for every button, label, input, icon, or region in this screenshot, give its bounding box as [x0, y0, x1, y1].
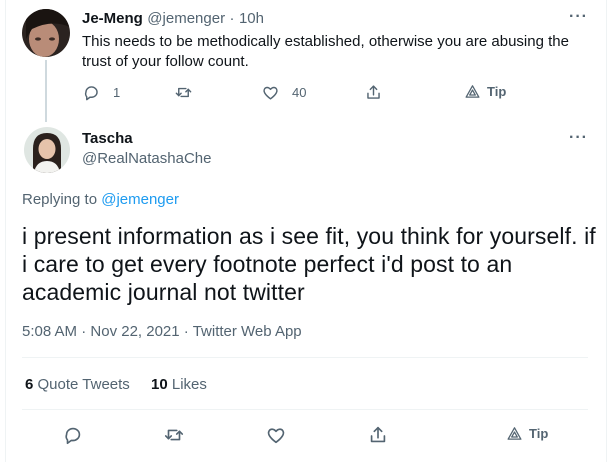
- reply-handle[interactable]: @jemenger: [147, 10, 225, 27]
- main-tweet-text: i present information as i see fit, you …: [22, 223, 596, 305]
- tip-icon: [507, 427, 522, 440]
- main-source[interactable]: Twitter Web App: [193, 323, 302, 340]
- reply-author-name[interactable]: Je-Meng: [82, 10, 143, 27]
- main-sep-2: ·: [183, 323, 189, 340]
- main-sep-1: ·: [81, 323, 87, 340]
- reply-reply-count: 1: [113, 85, 121, 100]
- reply-tip-label: Tip: [487, 84, 507, 99]
- avatar-tascha[interactable]: [24, 127, 70, 173]
- reply-tip-button[interactable]: Tip: [464, 83, 506, 100]
- reply-share-button[interactable]: [364, 83, 383, 102]
- more-icon: ···: [569, 8, 588, 25]
- main-time[interactable]: 5:08 AM: [22, 323, 77, 340]
- divider-bottom: [22, 409, 588, 410]
- reply-icon: [84, 86, 98, 101]
- share-icon: [370, 426, 386, 443]
- likes-label: Likes: [171, 376, 207, 393]
- reply-more-button[interactable]: ···: [569, 8, 588, 26]
- likes-count: 10: [151, 376, 168, 393]
- reply-retweet-button[interactable]: [174, 83, 193, 102]
- replying-to-handle[interactable]: @jemenger: [101, 191, 179, 208]
- main-handle[interactable]: @RealNatashaChe: [82, 150, 211, 167]
- divider-top: [22, 357, 588, 358]
- reply-like-button[interactable]: 40: [261, 83, 306, 102]
- heart-icon: [263, 86, 278, 100]
- main-tip-label: Tip: [529, 426, 549, 441]
- reply-reply-button[interactable]: 1: [82, 83, 120, 102]
- replying-to-prefix: Replying to: [22, 191, 98, 208]
- likes-stat[interactable]: 10 Likes: [151, 376, 207, 393]
- avatar-jemeng[interactable]: [22, 9, 70, 57]
- heart-icon: [267, 428, 285, 444]
- main-more-button[interactable]: ···: [569, 129, 588, 147]
- share-icon: [367, 85, 380, 99]
- main-tip-button[interactable]: Tip: [506, 425, 548, 442]
- thread-connector-line: [45, 60, 47, 122]
- main-timestamp: 5:08 AM · Nov 22, 2021 · Twitter Web App: [22, 323, 302, 340]
- reply-separator: ·: [229, 10, 235, 27]
- reply-header: Je-Meng @jemenger · 10h: [82, 10, 264, 28]
- quote-tweets-stat[interactable]: 6 Quote Tweets: [25, 376, 130, 393]
- avatar-jemeng-image: [22, 9, 70, 57]
- quote-tweets-label: Quote Tweets: [37, 376, 130, 393]
- retweet-icon: [175, 87, 192, 98]
- reply-icon: [65, 427, 81, 445]
- quote-tweets-count: 6: [25, 376, 34, 393]
- reply-text: This needs to be methodically establishe…: [82, 33, 569, 70]
- main-reply-button[interactable]: [62, 424, 84, 446]
- tip-icon: [465, 85, 480, 98]
- reply-time[interactable]: 10h: [239, 10, 264, 27]
- reply-like-count: 40: [292, 85, 307, 100]
- main-date[interactable]: Nov 22, 2021: [90, 323, 179, 340]
- main-like-button[interactable]: [265, 424, 287, 446]
- main-author-name[interactable]: Tascha: [82, 130, 133, 147]
- more-icon: ···: [569, 129, 588, 146]
- main-share-button[interactable]: [367, 424, 389, 446]
- replying-to: Replying to @jemenger: [22, 191, 179, 208]
- retweet-icon: [164, 429, 184, 441]
- main-retweet-button[interactable]: [163, 424, 185, 446]
- avatar-tascha-image: [24, 127, 70, 173]
